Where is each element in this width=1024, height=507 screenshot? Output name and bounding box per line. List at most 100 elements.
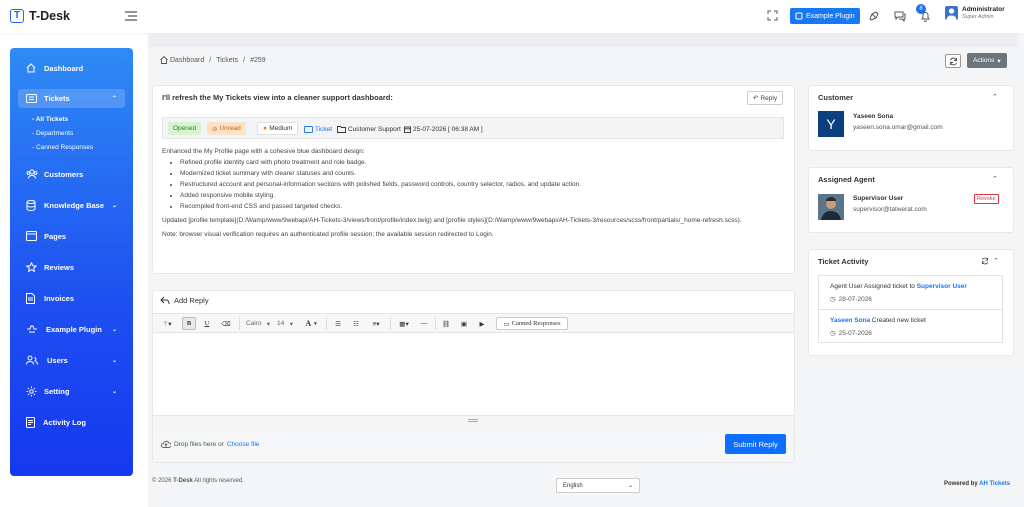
home-icon [160, 56, 168, 64]
link-button[interactable]: ⛓ [439, 317, 453, 330]
sidebar-item-activity-log[interactable]: Activity Log [10, 415, 133, 429]
font-size: 14 [277, 320, 285, 327]
sidebar-item-customers[interactable]: Customers [10, 167, 133, 181]
revoke-button[interactable]: Revoke [974, 194, 999, 204]
rocket-icon[interactable] [868, 10, 880, 22]
actions-dropdown[interactable]: Actions ▾ [967, 53, 1007, 68]
menu-toggle-icon[interactable] [125, 11, 137, 21]
video-icon: ▶ [479, 320, 485, 328]
language-select[interactable]: English ⌄ [556, 478, 640, 493]
sidebar-item-knowledge-base[interactable]: Knowledge Base ⌄ [10, 198, 133, 212]
sidebar-item-pages[interactable]: Pages [10, 229, 133, 243]
bullet-list-button[interactable]: ☰ [331, 317, 345, 330]
cloud-upload-icon [161, 440, 171, 448]
link-icon: ⛓ [441, 320, 451, 328]
text-color-button[interactable]: A ▾ [299, 317, 323, 330]
bullet-list-icon: ☰ [335, 320, 341, 328]
agent-email: supervisor@tatwerat.com [853, 206, 927, 213]
video-button[interactable]: ▶ [475, 317, 489, 330]
breadcrumb-separator: / [243, 56, 246, 64]
sidebar-item-label: Activity Log [43, 417, 86, 427]
sidebar-item-label: Knowledge Base [44, 200, 105, 210]
bold-button[interactable]: B [182, 317, 196, 330]
home-icon [26, 63, 36, 73]
footer-powered: Powered by AH Tickets [944, 481, 1010, 487]
sidebar-item-setting[interactable]: Setting ⌄ [10, 384, 133, 398]
sidebar-item-users[interactable]: Users ⌄ [10, 353, 133, 367]
users-icon [26, 169, 38, 179]
priority-dot-icon: ● [263, 125, 268, 132]
toolbar-divider [390, 317, 391, 330]
align-button[interactable]: ≡▾ [366, 317, 386, 330]
avatar [945, 6, 958, 20]
app-logo[interactable]: T T-Desk [10, 9, 70, 23]
sidebar-sub-canned-responses[interactable]: - Canned Responses [32, 144, 93, 151]
activity-link[interactable]: Yaseen Sona [830, 317, 870, 324]
table-icon: ▦▾ [399, 320, 409, 328]
sidebar-item-tickets[interactable]: Tickets ⌃ [18, 89, 125, 108]
table-button[interactable]: ▦▾ [394, 317, 414, 330]
user-name: Administrator [962, 6, 1005, 13]
file-dropzone[interactable]: Drop files here or Choose file [153, 425, 794, 462]
activity-link[interactable]: Supervisor User [917, 283, 967, 290]
sidebar-item-example-plugin[interactable]: Example Plugin ⌄ [10, 322, 133, 336]
magic-wand-button[interactable]: ⚚▾ [156, 317, 178, 330]
sidebar-item-invoices[interactable]: Invoices [10, 291, 133, 305]
refresh-button[interactable] [945, 54, 961, 68]
breadcrumb-tickets[interactable]: Tickets [216, 57, 238, 64]
breadcrumb-home[interactable]: Dashboard [160, 56, 204, 64]
numbered-list-icon: ☷ [353, 320, 359, 328]
caret-down-icon: ▾ [997, 57, 1001, 65]
chevron-up-icon[interactable]: ⌃ [993, 257, 999, 265]
sidebar-item-reviews[interactable]: Reviews [10, 260, 133, 274]
sidebar-sub-all-tickets[interactable]: - All Tickets [32, 116, 68, 123]
body-note: Note: browser visual verification requir… [162, 231, 494, 238]
underline-button[interactable]: U [200, 317, 214, 330]
choose-file-link[interactable]: Choose file [227, 441, 260, 448]
font-size-select[interactable]: 14 ▾ [275, 317, 295, 330]
sidebar-item-label: Customers [44, 169, 84, 179]
app-name: T-Desk [29, 9, 70, 23]
fullscreen-icon[interactable] [767, 10, 778, 21]
footer-copyright: © 2026 T-Desk All rights reserved. [152, 478, 244, 484]
list-item: Refined profile identity card with photo… [180, 157, 787, 168]
chat-icon: ▭ [503, 320, 510, 328]
user-role: Super Admin [962, 14, 994, 20]
submit-reply-button[interactable]: Submit Reply [725, 434, 786, 454]
refresh-icon[interactable] [981, 257, 989, 265]
messages-icon[interactable] [894, 10, 906, 22]
caret-down-icon: ▾ [266, 320, 270, 328]
ticket-type-label: Ticket [315, 126, 333, 133]
reply-header: Add Reply [160, 296, 209, 305]
sidebar: Dashboard Tickets ⌃ - All Tickets - Depa… [10, 48, 133, 476]
sidebar-sub-departments[interactable]: - Departments [32, 130, 73, 137]
sidebar-item-dashboard[interactable]: Dashboard [10, 61, 133, 75]
eraser-icon: ⌫ [221, 320, 231, 328]
numbered-list-button[interactable]: ☷ [349, 317, 363, 330]
editor-resize-handle[interactable] [153, 415, 794, 425]
powered-brand-link[interactable]: AH Tickets [979, 481, 1010, 487]
font-family-select[interactable]: Cairo ▾ [243, 317, 273, 330]
pages-icon [26, 231, 37, 241]
copyright-brand: T-Desk [173, 478, 193, 484]
user-menu[interactable]: Administrator Super Admin [945, 6, 1005, 20]
ticket-department: Customer Support [337, 126, 401, 133]
reply-button[interactable]: ↶ Reply [747, 91, 784, 105]
reply-title: Add Reply [174, 296, 209, 305]
image-icon: ▣ [460, 320, 468, 328]
image-button[interactable]: ▣ [457, 317, 471, 330]
ticket-date: 25-07-2026 [ 06:38 AM ] [404, 126, 483, 133]
agent-name: Supervisor User [853, 195, 904, 202]
chevron-up-icon[interactable]: ⌃ [992, 175, 998, 183]
eraser-button[interactable]: ⌫ [219, 317, 233, 330]
customer-name: Yaseen Sona [853, 113, 894, 120]
chevron-up-icon[interactable]: ⌃ [992, 93, 998, 101]
unread-label: Unread [219, 125, 241, 132]
horizontal-rule-button[interactable]: — [417, 317, 431, 330]
reply-label: Reply [760, 94, 778, 102]
canned-responses-button[interactable]: ▭ Canned Responses [496, 317, 568, 330]
caret-down-icon: ▾ [314, 321, 317, 327]
reply-editor[interactable] [153, 334, 794, 415]
example-plugin-button[interactable]: Example Plugin [790, 8, 860, 24]
calendar-icon [404, 126, 411, 133]
